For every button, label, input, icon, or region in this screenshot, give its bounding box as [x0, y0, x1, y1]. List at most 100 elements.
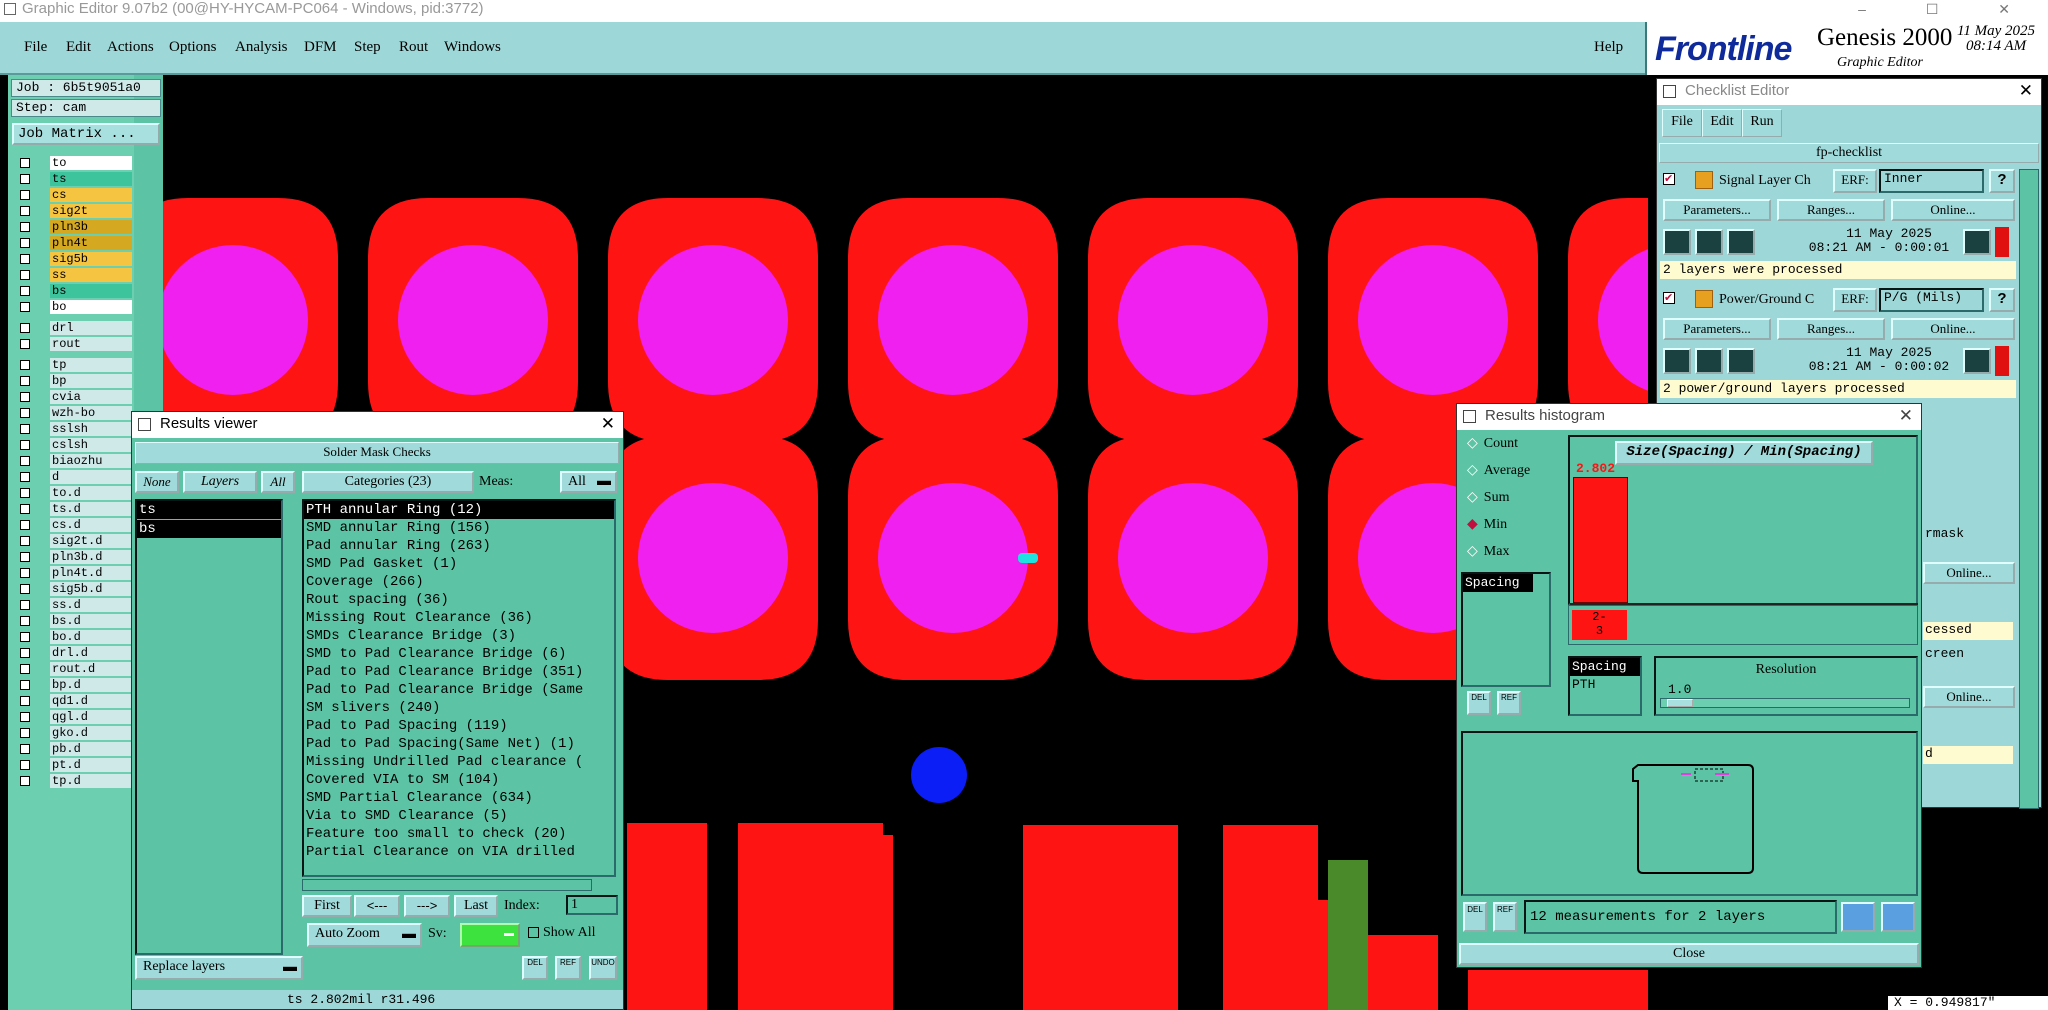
resolution-slider[interactable] — [1660, 698, 1910, 708]
layer-checkbox[interactable] — [20, 254, 30, 264]
replace-layers-select[interactable]: Replace layers ▬ — [135, 956, 303, 980]
layer-name[interactable]: bs.d — [50, 614, 132, 628]
layer-row[interactable]: ts.d — [14, 501, 140, 517]
run-icon[interactable] — [1663, 348, 1691, 374]
layer-row[interactable]: bo — [14, 299, 140, 315]
slider-handle[interactable] — [1667, 699, 1693, 707]
layer-row[interactable]: ts — [14, 171, 140, 187]
layer-name[interactable]: sig5b — [50, 252, 132, 266]
last-button[interactable]: Last — [454, 895, 498, 917]
list-item[interactable]: bs — [137, 520, 281, 538]
histogram-bar[interactable] — [1573, 477, 1628, 603]
layer-row[interactable]: bs — [14, 283, 140, 299]
list-item[interactable]: Missing Rout Clearance (36) — [304, 609, 614, 627]
checklist-menu-file[interactable]: File — [1662, 109, 1702, 137]
layer-checkbox[interactable] — [20, 712, 30, 722]
layer-row[interactable]: pt.d — [14, 757, 140, 773]
layer-name[interactable]: pln3b.d — [50, 550, 132, 564]
zoom-results-icon[interactable] — [1963, 229, 1991, 255]
all-button[interactable]: All — [261, 471, 295, 493]
layer-checkbox[interactable] — [20, 776, 30, 786]
layer-checkbox[interactable] — [20, 302, 30, 312]
check-enable-checkbox[interactable]: ✔ — [1663, 173, 1675, 185]
layer-row[interactable]: rout — [14, 336, 140, 352]
layer-checkbox[interactable] — [20, 456, 30, 466]
layer-checkbox[interactable] — [20, 206, 30, 216]
layer-row[interactable]: bp.d — [14, 677, 140, 693]
list-item[interactable]: Spacing — [1463, 574, 1533, 592]
menu-edit[interactable]: Edit — [66, 39, 91, 56]
category-hscroll[interactable] — [302, 879, 592, 891]
layer-row[interactable]: pln4t — [14, 235, 140, 251]
next-button[interactable]: ---> — [404, 895, 450, 917]
layer-row[interactable]: wzh-bo — [14, 405, 140, 421]
online-button[interactable]: Online... — [1891, 199, 2015, 221]
layer-row[interactable]: drl.d — [14, 645, 140, 661]
menu-step[interactable]: Step — [354, 39, 381, 56]
close-icon[interactable]: ✕ — [2019, 79, 2033, 103]
layer-name[interactable]: pln4t.d — [50, 566, 132, 580]
layer-name[interactable]: sig2t.d — [50, 534, 132, 548]
close-button[interactable]: Close — [1459, 943, 1919, 965]
zoom-results-icon[interactable] — [1963, 348, 1991, 374]
layer-row[interactable]: sig2t.d — [14, 533, 140, 549]
erf-button[interactable]: ERF: — [1833, 169, 1877, 193]
layer-checkbox[interactable] — [20, 680, 30, 690]
menu-dfm[interactable]: DFM — [304, 39, 337, 56]
menu-options[interactable]: Options — [169, 39, 217, 56]
online-button[interactable]: Online... — [1891, 318, 2015, 340]
layer-name[interactable]: rout — [50, 337, 132, 351]
layer-checkbox[interactable] — [20, 472, 30, 482]
layer-row[interactable]: cs.d — [14, 517, 140, 533]
list-item[interactable]: Rout spacing (36) — [304, 591, 614, 609]
layer-checkbox[interactable] — [20, 696, 30, 706]
layer-name[interactable]: wzh-bo — [50, 406, 132, 420]
report-icon[interactable] — [1881, 902, 1915, 932]
index-input[interactable]: 1 — [566, 895, 618, 915]
layers-button[interactable]: Layers — [183, 471, 257, 493]
list-item[interactable]: Coverage (266) — [304, 573, 614, 591]
list-item[interactable]: Pad annular Ring (263) — [304, 537, 614, 555]
window-controls[interactable]: – ☐ ✕ — [1858, 0, 2038, 18]
layer-checkbox[interactable] — [20, 536, 30, 546]
menu-windows[interactable]: Windows — [444, 39, 501, 56]
layer-row[interactable]: qgl.d — [14, 709, 140, 725]
layer-checkbox[interactable] — [20, 392, 30, 402]
erf-value[interactable]: Inner — [1879, 169, 1984, 193]
list-item[interactable]: PTH annular Ring (12) — [304, 501, 614, 519]
list-item[interactable]: Pad to Pad Clearance Bridge (351) — [304, 663, 614, 681]
layer-name[interactable]: bo.d — [50, 630, 132, 644]
parameters-button[interactable]: Parameters... — [1663, 318, 1771, 340]
layer-row[interactable]: d — [14, 469, 140, 485]
layer-name[interactable]: sig5b.d — [50, 582, 132, 596]
list-item[interactable]: SMD Partial Clearance (634) — [304, 789, 614, 807]
layer-row[interactable]: sig5b — [14, 251, 140, 267]
check-partial[interactable]: Online... — [1923, 562, 2015, 584]
layer-checkbox[interactable] — [20, 270, 30, 280]
list-item[interactable]: Pad to Pad Spacing(Same Net) (1) — [304, 735, 614, 753]
help-icon[interactable]: ? — [1989, 288, 2015, 312]
layer-name[interactable]: pb.d — [50, 742, 132, 756]
list-item[interactable]: Via to SMD Clearance (5) — [304, 807, 614, 825]
layer-row[interactable]: ss — [14, 267, 140, 283]
list-item[interactable]: ts — [137, 501, 281, 519]
list-item[interactable]: SMD to Pad Clearance Bridge (6) — [304, 645, 614, 663]
checklist-menu-run[interactable]: Run — [1742, 109, 1782, 137]
erf-button[interactable]: ERF: — [1833, 288, 1877, 312]
layer-checkbox[interactable] — [20, 286, 30, 296]
layer-row[interactable]: pb.d — [14, 741, 140, 757]
list-item[interactable]: Partial Clearance on VIA drilled — [304, 843, 614, 861]
help-icon[interactable]: ? — [1989, 169, 2015, 193]
layer-row[interactable]: biaozhu — [14, 453, 140, 469]
layer-row[interactable]: ss.d — [14, 597, 140, 613]
layer-name[interactable]: d — [50, 470, 132, 484]
show-all-checkbox[interactable] — [528, 927, 539, 938]
parameters-button[interactable]: Parameters... — [1663, 199, 1771, 221]
layer-name[interactable]: biaozhu — [50, 454, 132, 468]
menu-analysis[interactable]: Analysis — [235, 39, 288, 56]
run-icon[interactable] — [1663, 229, 1691, 255]
menu-help[interactable]: Help — [1594, 39, 1623, 56]
layer-name[interactable]: bp.d — [50, 678, 132, 692]
layer-name[interactable]: sslsh — [50, 422, 132, 436]
layer-checkbox[interactable] — [20, 728, 30, 738]
